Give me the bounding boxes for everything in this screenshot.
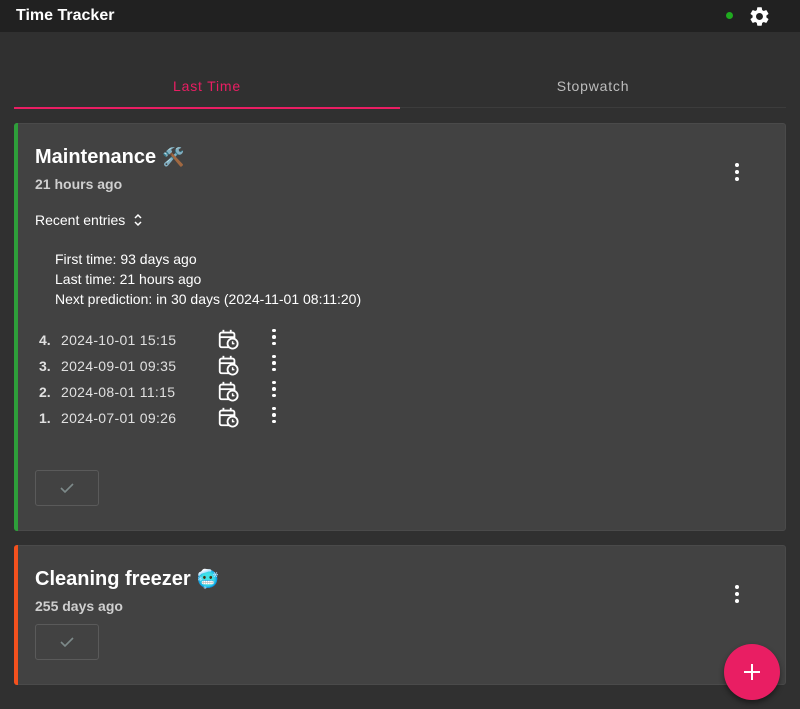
entry-date: 2024-07-01 09:26 [61,410,177,426]
log-now-button[interactable] [35,470,99,506]
list-item: 1. 2024-07-01 09:26 [39,406,299,432]
more-vert-icon[interactable] [727,160,747,184]
list-item: 4. 2024-10-01 15:15 [39,328,299,354]
tab-stopwatch[interactable]: Stopwatch [400,64,786,108]
calendar-clock-icon[interactable] [217,328,239,350]
card-accent-bar [14,545,18,685]
check-icon [60,483,74,494]
calendar-clock-icon[interactable] [217,354,239,376]
recent-entries-label: Recent entries [35,212,126,228]
recent-entries-toggle[interactable]: Recent entries [35,212,143,228]
card-accent-bar [14,123,18,531]
entry-more-icon[interactable] [264,325,284,349]
list-item: 3. 2024-09-01 09:35 [39,354,299,380]
entry-more-icon[interactable] [264,377,284,401]
stats-block: First time: 93 days ago Last time: 21 ho… [55,249,361,309]
entry-number: 3. [39,358,51,374]
calendar-clock-icon[interactable] [217,406,239,428]
card-title: Maintenance 🛠️ [35,146,185,169]
next-prediction-text: Next prediction: in 30 days (2024-11-01 … [55,291,362,307]
add-icon [744,664,760,680]
first-time-text: First time: 93 days ago [55,251,197,267]
last-time-text: Last time: 21 hours ago [55,271,202,287]
entry-date: 2024-08-01 11:15 [61,384,176,400]
more-vert-icon[interactable] [727,582,747,606]
app-title: Time Tracker [16,7,115,24]
unfold-icon [134,213,142,227]
check-icon [60,637,74,648]
cold-face-emoji-icon: 🥶 [196,569,220,589]
status-indicator [726,12,733,19]
card-subtitle: 21 hours ago [35,176,123,192]
list-item: 2. 2024-08-01 11:15 [39,380,299,406]
calendar-clock-icon[interactable] [217,380,239,402]
entry-number: 4. [39,332,51,348]
app-bar: Time Tracker [0,0,800,32]
entry-number: 1. [39,410,51,426]
tracker-card-maintenance: Maintenance 🛠️ 21 hours ago Recent entri… [14,123,786,531]
entry-number: 2. [39,384,51,400]
entry-more-icon[interactable] [264,351,284,375]
entry-more-icon[interactable] [264,403,284,427]
card-title-text: Maintenance [35,146,157,168]
gear-icon[interactable] [748,5,771,28]
card-title: Cleaning freezer 🥶 [35,568,219,591]
entry-list: 4. 2024-10-01 15:15 3. 2024-09-01 09:35 [39,328,299,432]
card-subtitle: 255 days ago [35,598,123,614]
entry-date: 2024-09-01 09:35 [61,358,177,374]
tab-bar: Last Time Stopwatch [14,64,786,109]
tools-emoji-icon: 🛠️ [162,147,185,167]
card-title-text: Cleaning freezer [35,568,191,590]
tab-last-time[interactable]: Last Time [14,64,400,109]
add-button[interactable] [724,644,780,700]
entry-date: 2024-10-01 15:15 [61,332,177,348]
tracker-card-cleaning-freezer: Cleaning freezer 🥶 255 days ago [14,545,786,685]
log-now-button[interactable] [35,624,99,660]
